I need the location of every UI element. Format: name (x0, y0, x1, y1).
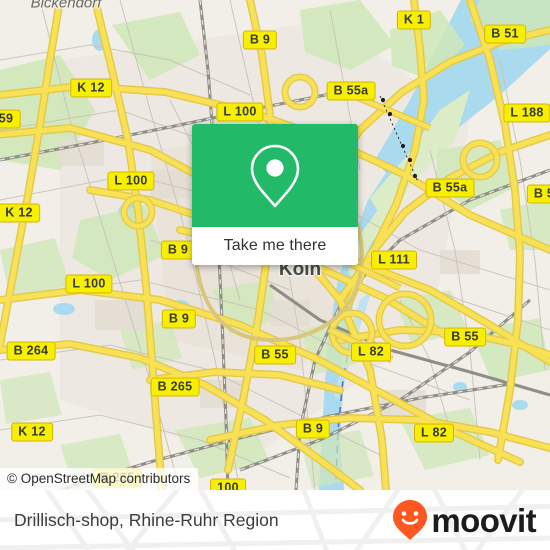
road-shield: B 55 (444, 327, 486, 347)
footer-bar: Drillisch-shop, Rhine-Ruhr Region moovit (0, 490, 550, 550)
road-shield: L 100 (65, 274, 113, 294)
road-shield: L 82 (414, 423, 454, 443)
road-shield: B 55a (425, 178, 475, 198)
card-cta-bar[interactable]: Take me there (192, 227, 358, 265)
road-shield: B 264 (6, 341, 56, 361)
road-shield: B 9 (161, 309, 197, 329)
road-shield: L 82 (351, 342, 391, 362)
road-shield: K 12 (70, 78, 112, 98)
road-shield: B 51 (484, 24, 526, 44)
moovit-wordmark: moovit (431, 501, 536, 539)
place-label-bickendorf: Bickendorf (30, 0, 102, 12)
place-popup-card[interactable]: Take me there (192, 124, 358, 265)
card-pin-area (192, 124, 358, 227)
page-title: Drillisch-shop, Rhine-Ruhr Region (14, 509, 279, 530)
road-shield: 59 (0, 109, 21, 129)
osm-attribution[interactable]: © OpenStreetMap contributors (0, 468, 199, 490)
map-pin-icon (250, 144, 300, 207)
road-shield: B 9 (242, 30, 278, 50)
road-shield: B 55 (254, 345, 296, 365)
road-shield: L 188 (503, 103, 550, 123)
road-shield: 100 (210, 478, 246, 490)
moovit-logo[interactable]: moovit (392, 490, 537, 550)
take-me-there-label: Take me there (223, 237, 327, 254)
road-shield: L 100 (107, 171, 155, 191)
road-shield: K 12 (0, 203, 40, 223)
road-shield: B 9 (160, 240, 196, 260)
moovit-place-screenshot: Köln Bickendorf K 12 B 9 L 100 K 1 B 51 … (0, 0, 550, 550)
road-shield: K 12 (11, 422, 53, 442)
moovit-smiling-pin-icon (393, 500, 428, 540)
road-shield: L 111 (371, 250, 417, 270)
road-shield: K 1 (396, 10, 432, 30)
map-canvas[interactable]: Köln Bickendorf K 12 B 9 L 100 K 1 B 51 … (0, 0, 550, 490)
road-shield: B 9 (295, 419, 331, 439)
road-shield: B 55a (326, 81, 376, 101)
road-shield: B 265 (150, 377, 200, 397)
road-shield: B 5 (526, 184, 550, 204)
road-shield: L 100 (216, 102, 264, 122)
